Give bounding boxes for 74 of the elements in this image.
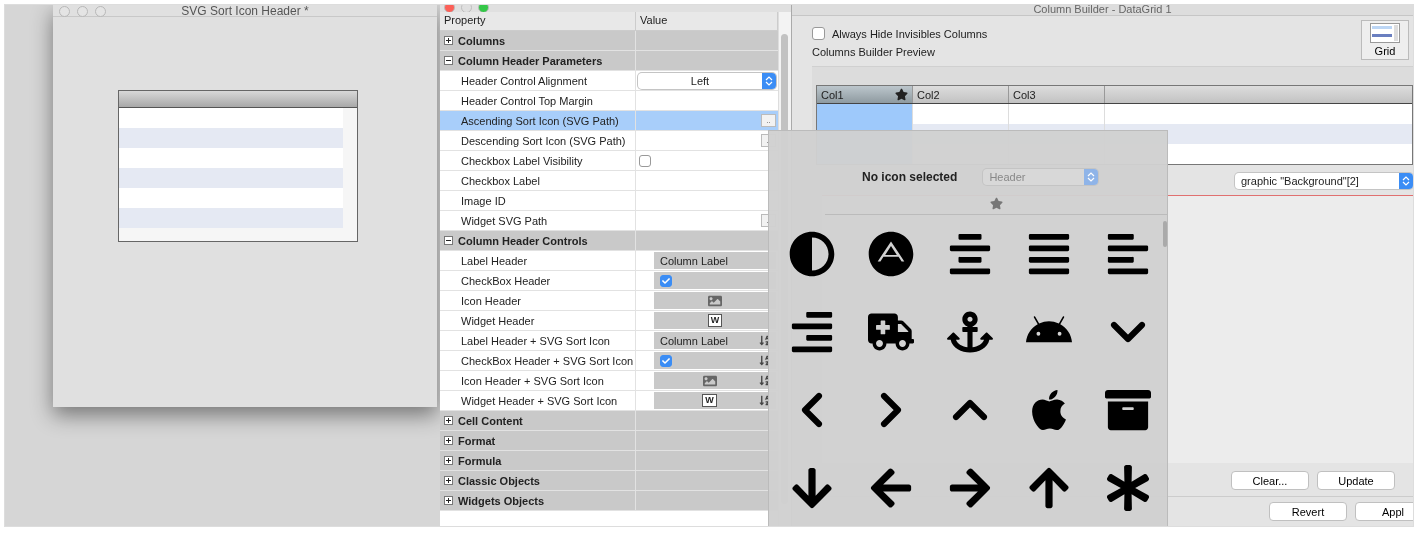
- property-label: Icon Header: [461, 294, 521, 307]
- status-text: No icon selected: [862, 170, 958, 184]
- property-label: CheckBox Header: [461, 274, 551, 287]
- browse-button[interactable]: ..: [761, 114, 776, 127]
- footer-button[interactable]: Revert: [1269, 502, 1347, 521]
- image-icon: [702, 373, 717, 388]
- property-label: Label Header + SVG Sort Icon: [461, 334, 610, 347]
- group-label: Formula: [458, 454, 502, 467]
- group-label: Format: [458, 434, 496, 447]
- stepper-arrows-icon: [1402, 176, 1410, 186]
- header-label: Column Label: [660, 334, 728, 347]
- property-label: Widget Header: [461, 314, 535, 327]
- grid-list-icon: [1370, 23, 1400, 43]
- header-label: Column Label: [660, 254, 728, 267]
- archive-box-icon[interactable]: [1104, 387, 1151, 433]
- property-label: Icon Header + SVG Sort Icon: [461, 374, 604, 387]
- property-label: Widget Header + SVG Sort Icon: [461, 394, 618, 407]
- property-label: Widget SVG Path: [461, 214, 548, 227]
- checkbox[interactable]: [660, 354, 672, 367]
- property-label: CheckBox Header + SVG Sort Icon: [461, 354, 634, 367]
- checkbox[interactable]: [660, 274, 672, 287]
- widget-badge: W: [702, 394, 717, 407]
- property-row[interactable]: Ascending Sort Icon (SVG Path) ..: [440, 111, 778, 131]
- checkbox[interactable]: [639, 154, 651, 167]
- expand-icon[interactable]: [444, 496, 453, 505]
- section-label: Columns Builder Preview: [812, 46, 936, 58]
- property-label: Descending Sort Icon (SVG Path): [461, 134, 626, 147]
- grid-cell[interactable]: [817, 104, 913, 124]
- property-label: Ascending Sort Icon (SVG Path): [461, 114, 619, 127]
- property-label: Header Control Alignment: [461, 74, 587, 87]
- property-label: Label Header: [461, 254, 528, 267]
- scrollbar[interactable]: [1163, 221, 1167, 247]
- property-row[interactable]: Header Control Top Margin: [440, 91, 778, 111]
- checkbox[interactable]: [812, 27, 825, 40]
- window-title: SVG Sort Icon Header *: [181, 5, 309, 17]
- stepper-arrows-icon: [1087, 172, 1096, 182]
- action-button[interactable]: Update: [1317, 471, 1395, 490]
- property-label: Header Control Top Margin: [461, 94, 593, 107]
- group-label: Column Header Controls: [458, 234, 588, 247]
- group-label: Cell Content: [458, 414, 523, 427]
- group-row[interactable]: Columns: [440, 31, 778, 51]
- expand-icon[interactable]: [444, 416, 453, 425]
- expand-icon[interactable]: [444, 36, 453, 45]
- expand-icon[interactable]: [444, 436, 453, 445]
- grid-button[interactable]: Grid: [1361, 20, 1409, 60]
- group-label: Column Header Parameters: [458, 54, 603, 67]
- footer-button[interactable]: Appl: [1355, 502, 1413, 521]
- group-row[interactable]: Column Header Parameters: [440, 51, 778, 71]
- anchor-icon[interactable]: [946, 309, 993, 355]
- expand-icon[interactable]: [444, 456, 453, 465]
- grid-column-header[interactable]: Col1: [817, 86, 913, 103]
- collapse-icon[interactable]: [444, 236, 453, 245]
- window-title: Column Builder - DataGrid 1: [1033, 5, 1172, 15]
- grid-column-header[interactable]: Col3: [1009, 86, 1105, 103]
- checkbox-label: Always Hide Invisibles Columns: [832, 27, 988, 40]
- group-label: Classic Objects: [458, 474, 540, 487]
- column-header: Property: [440, 12, 636, 30]
- object-select[interactable]: graphic "Background"[2]: [1235, 173, 1413, 189]
- expand-icon[interactable]: [444, 476, 453, 485]
- group-label: Columns: [458, 34, 506, 47]
- image-icon: [708, 293, 722, 308]
- property-label: Checkbox Label: [461, 174, 540, 187]
- asterisk-icon[interactable]: [1104, 465, 1151, 511]
- grid-column-header[interactable]: Col2: [913, 86, 1009, 103]
- property-row[interactable]: Header Control Alignment Left: [440, 71, 778, 91]
- stepper-arrows-icon: [765, 75, 773, 86]
- property-label: Checkbox Label Visibility: [461, 154, 583, 167]
- collapse-icon[interactable]: [444, 56, 453, 65]
- widget-badge: W: [707, 314, 723, 327]
- group-label: Widgets Objects: [458, 494, 545, 507]
- property-label: Image ID: [461, 194, 506, 207]
- alignment-select[interactable]: Left: [638, 72, 776, 89]
- star-icon: [989, 197, 1003, 210]
- action-button[interactable]: Clear...: [1231, 471, 1309, 490]
